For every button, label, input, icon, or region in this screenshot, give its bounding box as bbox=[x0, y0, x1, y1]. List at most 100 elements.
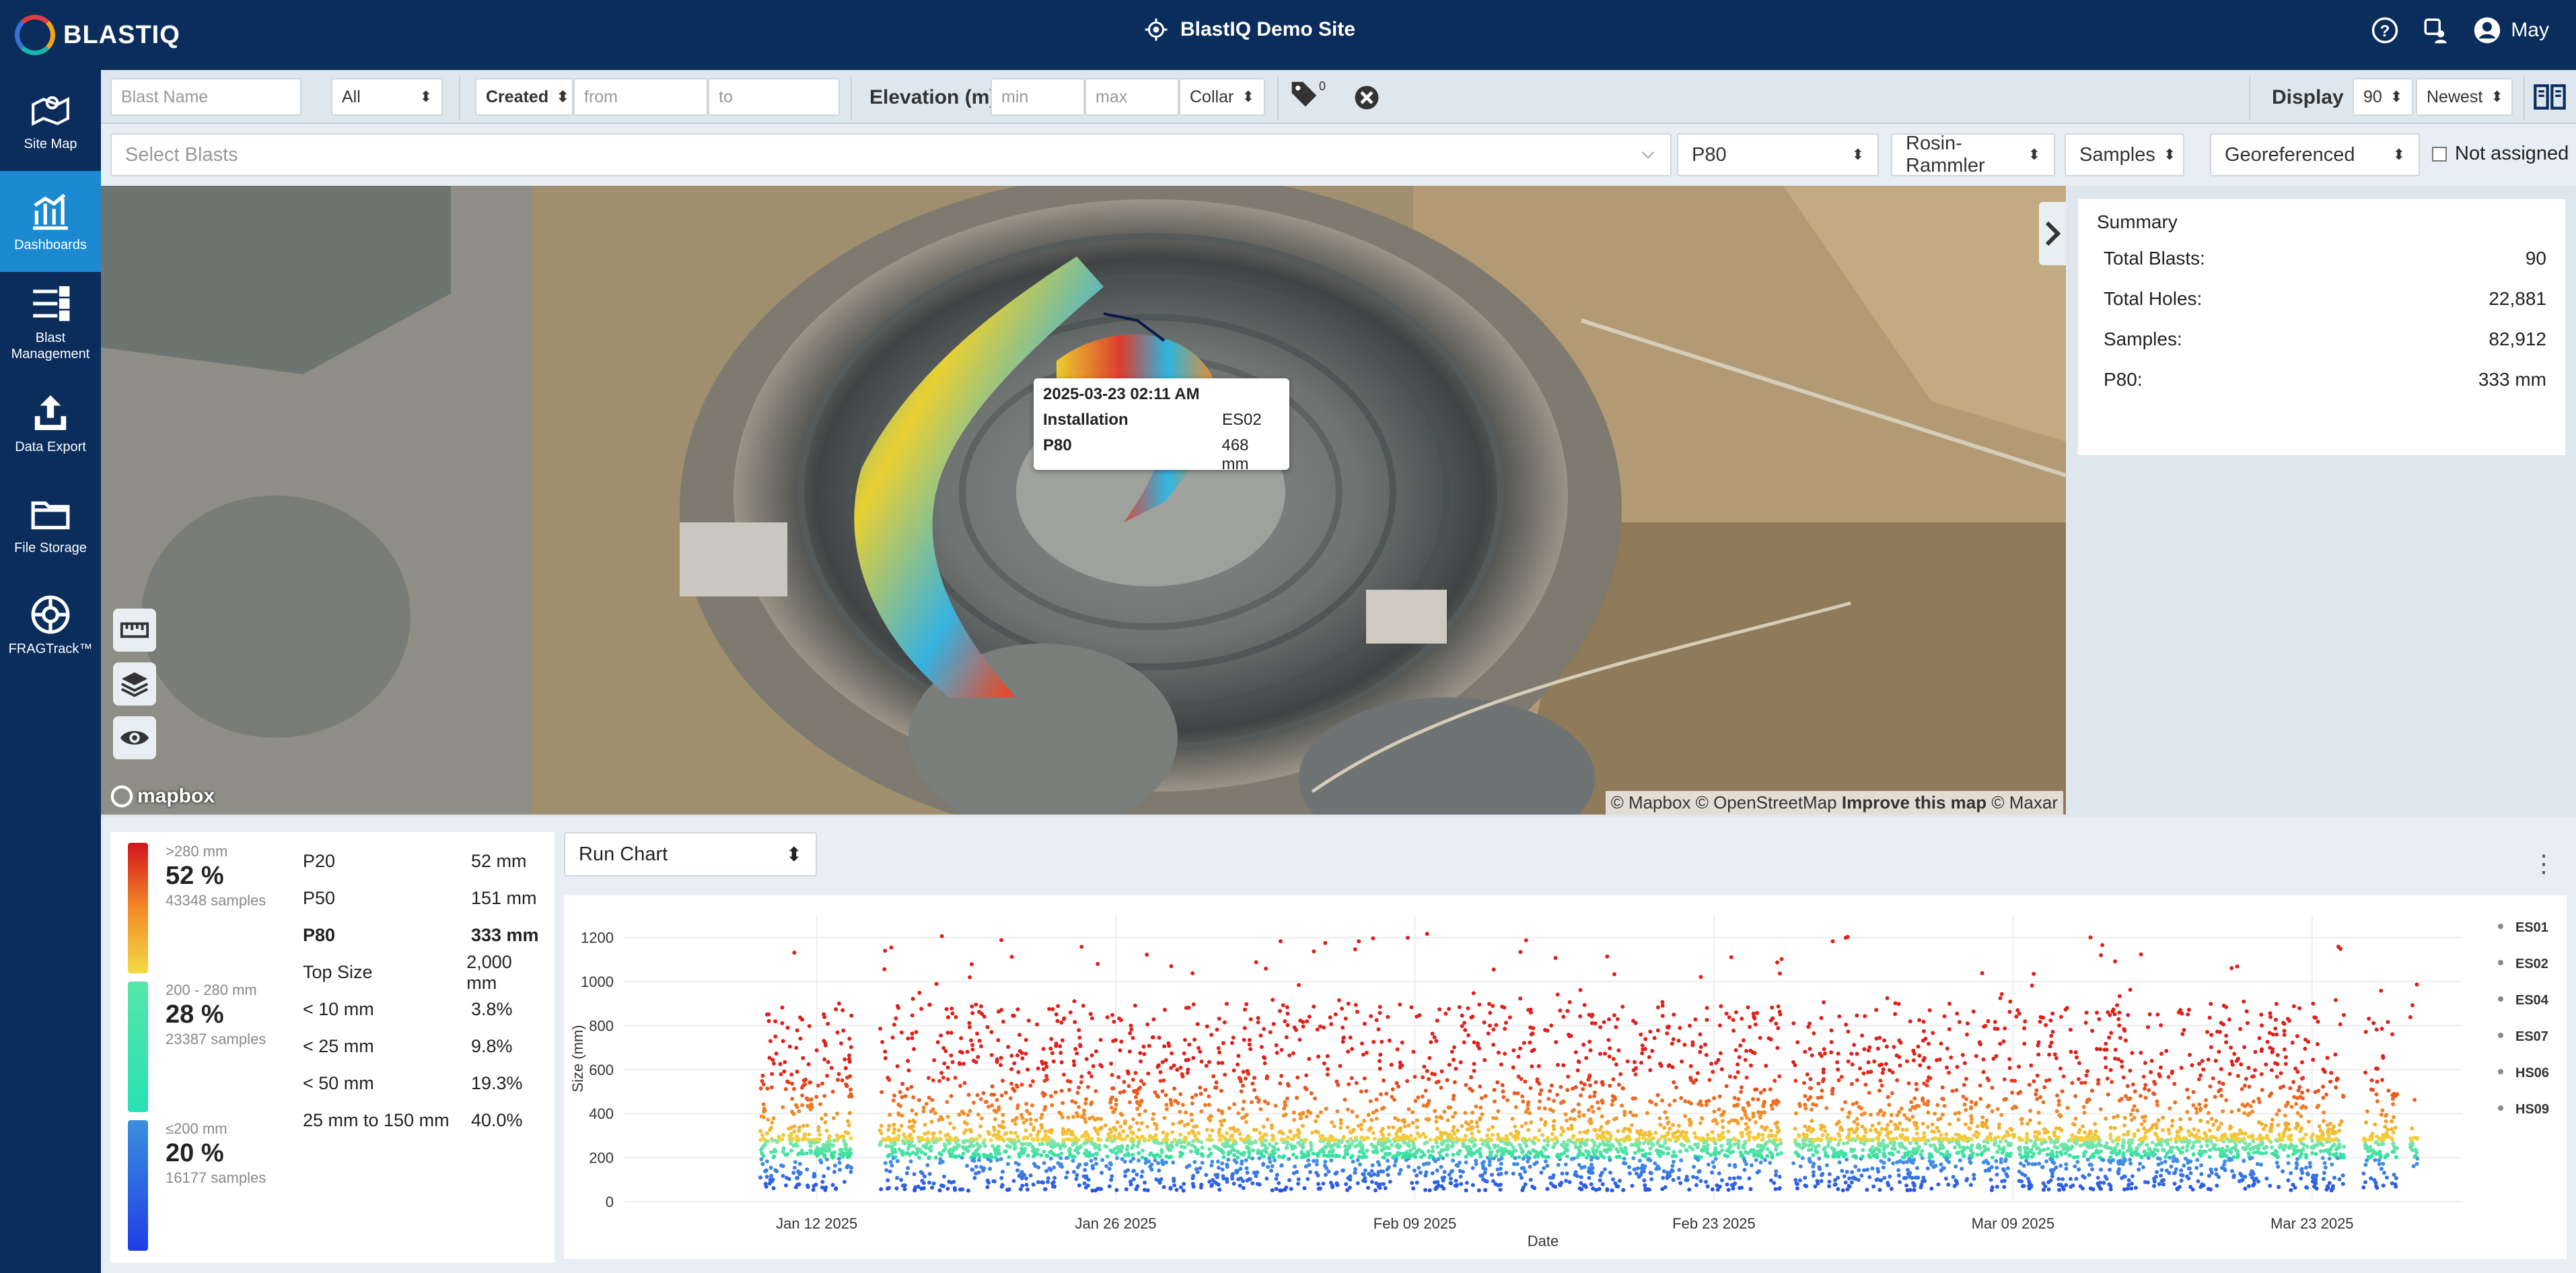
map-imagery bbox=[101, 186, 2066, 815]
data-point bbox=[1894, 1136, 1899, 1140]
sidebar-item-site-map[interactable]: Site Map bbox=[0, 70, 101, 171]
type-select[interactable]: All bbox=[331, 78, 443, 116]
not-assigned-checkbox[interactable]: Not assigned bbox=[2432, 143, 2569, 165]
data-point bbox=[1091, 1152, 1096, 1157]
attribution-mapbox-link[interactable]: © Mapbox bbox=[1611, 792, 1691, 813]
ruler-button[interactable] bbox=[113, 609, 156, 652]
sidebar-item-file-storage[interactable]: File Storage bbox=[0, 474, 101, 575]
metric-select[interactable]: P80 bbox=[1677, 133, 1879, 176]
data-point bbox=[830, 1089, 835, 1094]
tag-filter-button[interactable]: 0 bbox=[1289, 79, 1326, 109]
chart-type-select[interactable]: Run Chart ⬍ bbox=[564, 832, 817, 876]
data-point bbox=[2073, 1094, 2078, 1099]
data-point bbox=[2336, 1156, 2340, 1161]
data-point bbox=[2128, 1161, 2133, 1166]
date-type-select[interactable]: Created bbox=[475, 78, 573, 116]
improve-map-link[interactable]: Improve this map bbox=[1842, 792, 1987, 813]
data-point bbox=[1579, 1175, 1583, 1179]
data-point bbox=[2220, 1165, 2224, 1170]
data-point bbox=[1325, 1054, 1330, 1058]
clear-filters-icon[interactable] bbox=[1354, 85, 1380, 110]
data-point bbox=[1565, 1088, 1570, 1093]
data-point bbox=[1059, 1051, 1063, 1055]
stat-key: P50 bbox=[303, 888, 336, 908]
data-point bbox=[1668, 1103, 1672, 1107]
elevation-ref-select[interactable]: Collar bbox=[1179, 78, 1265, 116]
location-target-icon bbox=[1145, 18, 1168, 41]
data-point bbox=[1252, 1076, 1256, 1080]
data-point bbox=[2369, 1087, 2373, 1092]
sidebar-item-data-export[interactable]: Data Export bbox=[0, 373, 101, 474]
data-point bbox=[2260, 1151, 2264, 1156]
help-circle-icon[interactable]: ? bbox=[2371, 16, 2399, 44]
sort-select[interactable]: Newest bbox=[2416, 78, 2513, 116]
y-tick-label: 1000 bbox=[581, 973, 614, 990]
checkbox-box[interactable] bbox=[2432, 146, 2447, 162]
data-point bbox=[2208, 1084, 2213, 1089]
blastiq-logo[interactable]: BLASTIQ bbox=[15, 13, 180, 57]
site-selector[interactable]: BlastIQ Demo Site bbox=[1144, 18, 1355, 42]
data-point bbox=[1544, 1159, 1548, 1164]
data-point bbox=[2008, 999, 2013, 1004]
book-icon[interactable] bbox=[2533, 83, 2567, 110]
data-point bbox=[1015, 1053, 1019, 1058]
data-point bbox=[770, 1138, 775, 1142]
data-point bbox=[1220, 1167, 1225, 1172]
model-select[interactable]: Rosin-Rammler bbox=[1891, 133, 2055, 176]
elevation-min-input[interactable]: min bbox=[991, 78, 1085, 116]
blast-name-input[interactable]: Blast Name bbox=[110, 78, 301, 116]
attribution-osm-link[interactable]: © OpenStreetMap bbox=[1696, 792, 1837, 813]
data-point bbox=[1016, 1070, 1021, 1074]
data-point bbox=[1758, 1035, 1762, 1040]
data-point bbox=[1729, 1183, 1734, 1188]
data-point bbox=[1610, 1103, 1614, 1107]
visibility-button[interactable] bbox=[113, 716, 156, 759]
satellite-map[interactable]: 2025-03-23 02:11 AM Installation ES02 P80… bbox=[101, 186, 2066, 815]
attribution-maxar-link[interactable]: © Maxar bbox=[1991, 792, 2058, 813]
data-point bbox=[1091, 1166, 1096, 1171]
data-point bbox=[929, 1120, 934, 1124]
data-point bbox=[1890, 1091, 1894, 1095]
data-point bbox=[1567, 1180, 1572, 1184]
data-point bbox=[1568, 1116, 1573, 1121]
mapbox-logo[interactable]: mapbox bbox=[110, 785, 215, 808]
data-point bbox=[2117, 1023, 2122, 1028]
to-date-input[interactable]: to bbox=[708, 78, 840, 116]
data-point bbox=[1582, 1165, 1587, 1169]
user-menu[interactable]: May bbox=[2473, 16, 2549, 44]
more-options-icon[interactable]: ⋮ bbox=[2532, 850, 2556, 878]
sidebar-item-dashboards[interactable]: Dashboards bbox=[0, 171, 101, 272]
data-point bbox=[1614, 1184, 1619, 1189]
display-count-select[interactable]: 90 bbox=[2353, 78, 2413, 116]
data-point bbox=[1219, 1138, 1223, 1142]
data-point bbox=[1737, 1055, 1742, 1060]
select-blasts-input[interactable]: Select Blasts bbox=[110, 133, 1672, 176]
data-point bbox=[1630, 1183, 1635, 1188]
data-point bbox=[2153, 1147, 2157, 1152]
data-point bbox=[1733, 1075, 1738, 1080]
data-point bbox=[2227, 1017, 2231, 1022]
data-point bbox=[1749, 1163, 1754, 1167]
data-point bbox=[1445, 1078, 1450, 1082]
data-point bbox=[1637, 1159, 1642, 1163]
panel-toggle-button[interactable] bbox=[2039, 202, 2066, 265]
data-point bbox=[2014, 1105, 2019, 1109]
data-point bbox=[1523, 1079, 1528, 1084]
source-select[interactable]: Samples bbox=[2065, 133, 2184, 176]
mode-select[interactable]: Georeferenced bbox=[2210, 133, 2420, 176]
data-point bbox=[1454, 1066, 1458, 1071]
sidebar-item-fragtrack[interactable]: FRAGTrack™ bbox=[0, 575, 101, 676]
data-point bbox=[1392, 1097, 1397, 1102]
elevation-max-input[interactable]: max bbox=[1085, 78, 1179, 116]
run-chart-svg[interactable]: 020040060080010001200Jan 12 2025 Jan 26 2… bbox=[564, 895, 2567, 1259]
data-point bbox=[1082, 1112, 1086, 1117]
data-point bbox=[2052, 1161, 2056, 1165]
sidebar-item-blast-management[interactable]: Blast Management bbox=[0, 272, 101, 373]
support-icon[interactable] bbox=[2422, 16, 2450, 44]
data-point bbox=[801, 1124, 806, 1128]
layers-button[interactable] bbox=[113, 662, 156, 706]
data-point bbox=[1760, 1137, 1765, 1141]
from-date-input[interactable]: from bbox=[573, 78, 708, 116]
data-point bbox=[1189, 1112, 1194, 1117]
data-point bbox=[1295, 1075, 1300, 1080]
